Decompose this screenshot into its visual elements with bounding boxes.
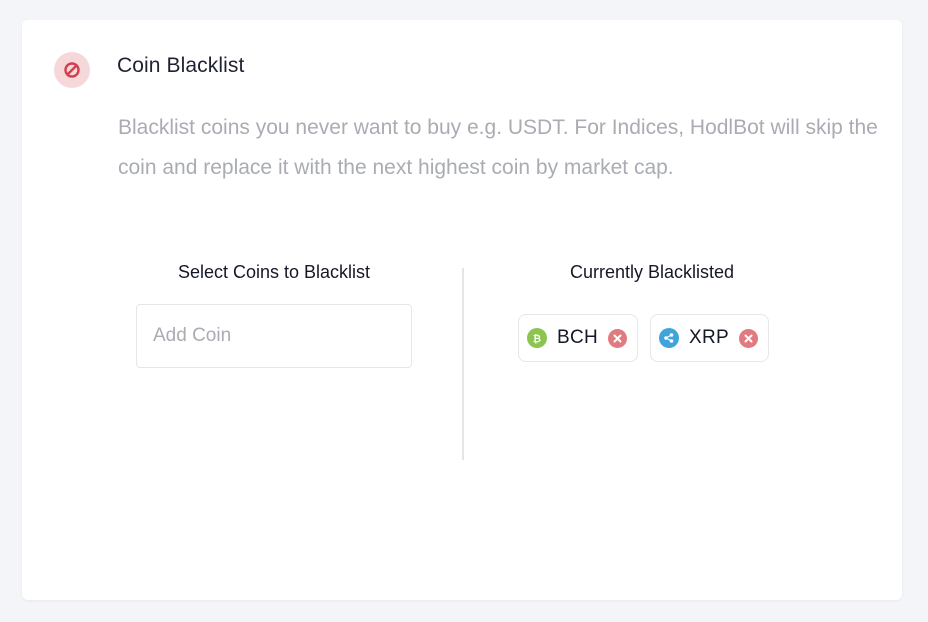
coin-chip-xrp: XRP [650, 314, 769, 362]
column-divider [462, 268, 464, 460]
coin-blacklist-card: Coin Blacklist Blacklist coins you never… [22, 20, 902, 600]
ban-icon [54, 52, 90, 88]
remove-bch-button[interactable] [608, 328, 628, 348]
section-description: Blacklist coins you never want to buy e.… [118, 116, 878, 179]
coin-symbol: XRP [689, 327, 729, 348]
select-coins-title: Select Coins to Blacklist [177, 262, 371, 282]
coin-chip-bch: ₿ BCH [518, 314, 639, 362]
remove-xrp-button[interactable] [738, 328, 758, 348]
select-coins-column: Select Coins to Blacklist [136, 260, 412, 368]
close-icon [744, 334, 753, 342]
bitcoin-cash-icon: ₿ [527, 328, 547, 348]
section-title: Coin Blacklist [117, 54, 245, 77]
ripple-icon [659, 328, 680, 348]
blacklisted-column: Currently Blacklisted ₿ BCH XRP [518, 260, 786, 362]
blacklisted-title: Currently Blacklisted [569, 262, 735, 282]
blacklisted-coin-list: ₿ BCH XRP [518, 314, 786, 362]
svg-text:₿: ₿ [533, 333, 541, 344]
coin-symbol: BCH [557, 327, 599, 348]
add-coin-input[interactable] [136, 304, 412, 368]
close-icon [613, 334, 622, 342]
